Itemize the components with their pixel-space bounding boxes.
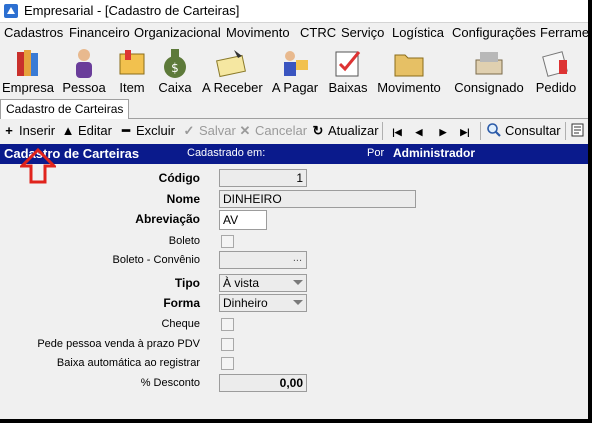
last-record-button[interactable]: ▶| [458, 122, 475, 140]
previous-record-button[interactable]: ◀ [412, 122, 429, 140]
tipo-selected-value: À vista [223, 276, 260, 290]
app-icon [4, 4, 18, 18]
order-icon [542, 51, 568, 77]
shortcut-empresa[interactable]: Empresa [2, 44, 54, 98]
next-record-icon: ▶ [439, 127, 447, 137]
pede-pessoa-checkbox[interactable] [221, 338, 234, 351]
main-shortcut-bar: Empresa Pessoa Item $ Caixa A Receber A … [0, 44, 588, 99]
receive-icon [216, 50, 246, 78]
tab-cadastro-de-carteiras[interactable]: Cadastro de Carteiras [0, 99, 130, 119]
shortcut-pessoa[interactable]: Pessoa [62, 44, 106, 98]
chevron-down-icon [293, 280, 303, 285]
menu-ctrc[interactable]: CTRC [300, 25, 336, 40]
cancelar-button[interactable]: ✕ Cancelar [238, 122, 307, 140]
folder-icon [394, 54, 424, 77]
shortcut-caixa[interactable]: $ Caixa [156, 44, 194, 98]
inserir-button[interactable]: + Inserir [2, 122, 55, 140]
annotation-arrow-icon [20, 148, 56, 184]
consultar-button[interactable]: Consultar [486, 122, 561, 140]
codigo-label: Código [158, 171, 200, 185]
cheque-checkbox[interactable] [221, 318, 234, 331]
ellipsis-button[interactable]: ... [293, 250, 302, 266]
record-form: Código 1 Nome DINHEIRO Abreviação AV Bol… [0, 164, 588, 419]
baixas-icon [335, 51, 361, 77]
menu-movimento[interactable]: Movimento [226, 25, 290, 40]
chevron-down-icon [293, 300, 303, 305]
money-bag-icon: $ [164, 49, 186, 78]
report-icon [571, 123, 584, 137]
toolbar-separator [382, 122, 383, 140]
record-toolbar: + Inserir ▲ Editar ━ Excluir ✓ Salvar ✕ Cance… [0, 119, 588, 143]
books-icon [17, 50, 38, 76]
boleto-checkbox[interactable] [221, 235, 234, 248]
magnifier-icon [487, 123, 501, 137]
check-icon: ✓ [183, 123, 195, 138]
shortcut-baixas[interactable]: Baixas [328, 44, 368, 98]
excluir-button[interactable]: ━ Excluir [119, 122, 175, 140]
boleto-label: Boleto [168, 235, 200, 247]
toolbar-separator [565, 122, 566, 140]
codigo-field[interactable]: 1 [219, 169, 307, 187]
consignment-icon [475, 52, 503, 75]
baixa-automatica-label: Baixa automática ao registrar [56, 357, 200, 369]
previous-record-icon: ◀ [415, 127, 423, 137]
pay-icon [284, 51, 308, 76]
menu-cadastros[interactable]: Cadastros [4, 25, 63, 40]
abreviacao-field[interactable]: AV [219, 210, 267, 230]
application-window: Empresarial - [Cadastro de Carteiras] Ca… [0, 0, 588, 419]
nome-field[interactable]: DINHEIRO [219, 190, 416, 208]
forma-select[interactable]: Dinheiro [219, 294, 307, 312]
forma-label: Forma [163, 296, 200, 310]
shortcut-a-pagar[interactable]: A Pagar [270, 44, 320, 98]
menu-configuracoes[interactable]: Configurações [452, 25, 536, 40]
minus-icon: ━ [122, 123, 130, 138]
menu-logistica[interactable]: Logística [392, 25, 444, 40]
por-label: Por [367, 147, 385, 159]
shortcut-consignado[interactable]: Consignado [454, 44, 524, 98]
menu-ferramentas[interactable]: Ferramentas [540, 25, 588, 40]
first-record-icon: |◀ [392, 127, 402, 137]
salvar-button[interactable]: ✓ Salvar [182, 122, 236, 140]
next-record-button[interactable]: ▶ [436, 122, 453, 140]
svg-text:$: $ [171, 61, 179, 75]
window-title: Empresarial - [Cadastro de Carteiras] [24, 3, 240, 18]
report-button[interactable] [570, 122, 586, 140]
desconto-field[interactable]: 0,00 [219, 374, 307, 392]
editar-button[interactable]: ▲ Editar [61, 122, 112, 140]
baixa-automatica-checkbox[interactable] [221, 357, 234, 370]
shortcut-pedido[interactable]: Pedido [534, 44, 578, 98]
user-name: Administrador [393, 146, 476, 160]
tipo-label: Tipo [174, 276, 200, 290]
plus-icon: + [5, 123, 13, 138]
desconto-label: % Desconto [140, 377, 200, 389]
atualizar-button[interactable]: ↻ Atualizar [311, 122, 379, 140]
title-bar: Empresarial - [Cadastro de Carteiras] [0, 0, 588, 23]
refresh-icon: ↻ [312, 123, 324, 138]
menu-financeiro[interactable]: Financeiro [69, 25, 130, 40]
cheque-label: Cheque [161, 318, 200, 330]
item-box-icon [119, 50, 145, 75]
abreviacao-label: Abreviação [135, 212, 200, 226]
menu-bar: Cadastros Financeiro Organizacional Movi… [0, 23, 588, 43]
x-icon: ✕ [239, 123, 251, 138]
boleto-convenio-label: Boleto - Convênio [112, 254, 200, 266]
tipo-select[interactable]: À vista [219, 274, 307, 292]
document-tab-strip: Cadastro de Carteiras [0, 98, 588, 119]
shortcut-item[interactable]: Item [114, 44, 150, 98]
forma-selected-value: Dinheiro [223, 296, 268, 310]
toolbar-separator [480, 122, 481, 140]
shortcut-movimento[interactable]: Movimento [376, 44, 442, 98]
nome-label: Nome [166, 192, 200, 206]
triangle-up-icon: ▲ [61, 123, 75, 138]
person-icon [76, 49, 92, 78]
pede-pessoa-label: Pede pessoa venda à prazo PDV [37, 338, 200, 350]
section-header: Cadastro de Carteiras Cadastrado em: Por… [0, 144, 588, 164]
first-record-button[interactable]: |◀ [390, 122, 407, 140]
shortcut-a-receber[interactable]: A Receber [202, 44, 263, 98]
last-record-icon: ▶| [460, 127, 470, 137]
cadastrado-em-label: Cadastrado em: [187, 147, 266, 159]
menu-servico[interactable]: Serviço [341, 25, 384, 40]
boleto-convenio-field[interactable]: ... [219, 251, 307, 269]
menu-organizacional[interactable]: Organizacional [134, 25, 221, 40]
